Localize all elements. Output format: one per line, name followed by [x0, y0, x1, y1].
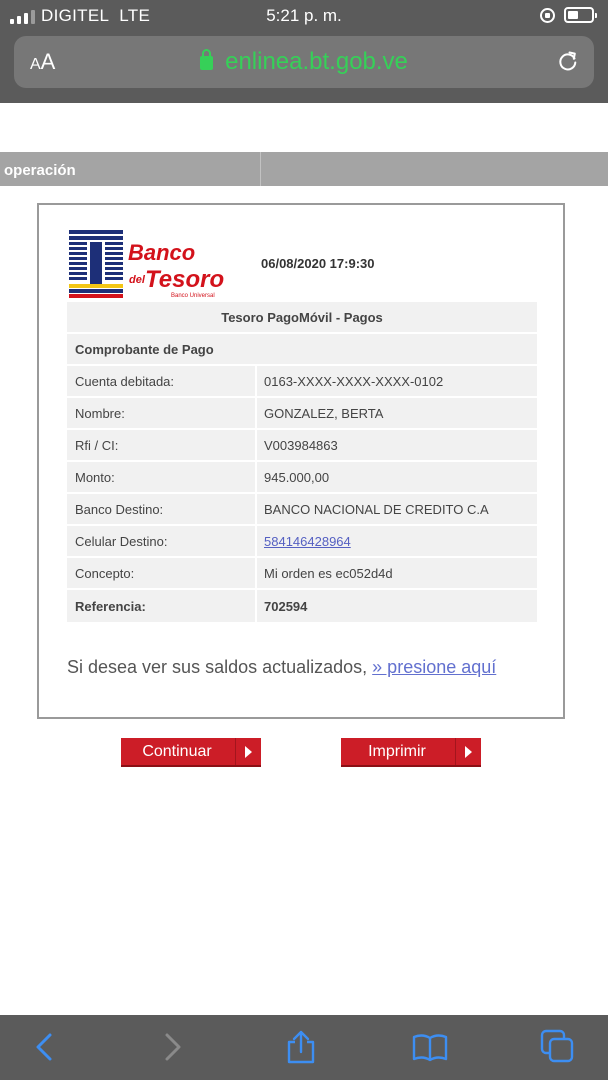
- transaction-datetime: 06/08/2020 17:9:30: [261, 256, 375, 271]
- section-title: operación: [4, 162, 76, 179]
- print-button[interactable]: Imprimir: [341, 738, 481, 767]
- share-icon[interactable]: [283, 1029, 319, 1065]
- table-row: Nombre: GONZALEZ, BERTA: [67, 398, 537, 430]
- svg-text:del: del: [129, 274, 146, 286]
- table-row: Rfi / CI: V003984863: [67, 430, 537, 462]
- forward-icon[interactable]: [154, 1029, 190, 1065]
- row-label: Banco Destino:: [67, 494, 255, 524]
- phone-link[interactable]: 584146428964: [264, 534, 351, 549]
- section-header: operación: [0, 152, 608, 186]
- svg-text:Tesoro: Tesoro: [145, 266, 224, 293]
- url-display[interactable]: enlinea.bt.gob.ve: [14, 48, 594, 76]
- row-label: Concepto:: [67, 558, 255, 588]
- orientation-lock-icon: [540, 8, 555, 23]
- table-row: Monto: 945.000,00: [67, 462, 537, 494]
- balance-notice: Si desea ver sus saldos actualizados, » …: [67, 657, 496, 678]
- logo-emblem-icon: [69, 230, 123, 298]
- row-value: 584146428964: [257, 526, 537, 556]
- row-label: Rfi / CI:: [67, 430, 255, 460]
- table-row: Comprobante de Pago: [67, 334, 537, 366]
- row-value: BANCO NACIONAL DE CREDITO C.A: [257, 494, 537, 524]
- table-row: Cuenta debitada: 0163-XXXX-XXXX-XXXX-010…: [67, 366, 537, 398]
- table-row: Banco Destino: BANCO NACIONAL DE CREDITO…: [67, 494, 537, 526]
- balance-link[interactable]: » presione aquí: [372, 657, 496, 677]
- browser-toolbar: [0, 1015, 608, 1080]
- battery-icon: [564, 7, 597, 23]
- voucher-title: Comprobante de Pago: [67, 334, 537, 364]
- print-button-label: Imprimir: [368, 743, 426, 760]
- row-value: 945.000,00: [257, 462, 537, 492]
- row-label: Referencia:: [67, 590, 255, 622]
- header-divider: [260, 152, 261, 186]
- arrow-right-icon: [455, 738, 481, 765]
- service-title: Tesoro PagoMóvil - Pagos: [67, 302, 537, 332]
- status-time: 5:21 p. m.: [266, 6, 342, 25]
- row-value: V003984863: [257, 430, 537, 460]
- address-bar[interactable]: AA enlinea.bt.gob.ve: [14, 36, 594, 88]
- tabs-icon[interactable]: [540, 1029, 576, 1065]
- table-row: Referencia: 702594: [67, 590, 537, 624]
- back-icon[interactable]: [27, 1029, 63, 1065]
- row-value: 702594: [257, 590, 537, 622]
- table-row: Concepto: Mi orden es ec052d4d: [67, 558, 537, 590]
- arrow-right-icon: [235, 738, 261, 765]
- row-label: Celular Destino:: [67, 526, 255, 556]
- receipt-panel: Banco del Tesoro Banco Universal 06/08/2…: [37, 203, 565, 719]
- row-value: GONZALEZ, BERTA: [257, 398, 537, 428]
- row-value: Mi orden es ec052d4d: [257, 558, 537, 588]
- status-bar: DIGITEL LTE 5:21 p. m.: [0, 0, 608, 32]
- padlock-icon: [200, 49, 214, 70]
- table-row: Celular Destino: 584146428964: [67, 526, 537, 558]
- reload-icon[interactable]: [557, 50, 579, 72]
- continue-button-label: Continuar: [142, 743, 212, 760]
- row-value: 0163-XXXX-XXXX-XXXX-0102: [257, 366, 537, 396]
- bookmarks-icon[interactable]: [412, 1029, 448, 1065]
- balance-notice-text: Si desea ver sus saldos actualizados,: [67, 657, 373, 677]
- logo-text: Banco: [128, 240, 195, 265]
- url-text: enlinea.bt.gob.ve: [225, 48, 408, 75]
- row-label: Monto:: [67, 462, 255, 492]
- receipt-table: Tesoro PagoMóvil - Pagos Comprobante de …: [67, 302, 537, 624]
- svg-text:Banco Universal: Banco Universal: [171, 293, 215, 299]
- row-label: Nombre:: [67, 398, 255, 428]
- browser-top-chrome: DIGITEL LTE 5:21 p. m. AA enlinea.bt.gob…: [0, 0, 608, 103]
- table-row: Tesoro PagoMóvil - Pagos: [67, 302, 537, 334]
- continue-button[interactable]: Continuar: [121, 738, 261, 767]
- banco-del-tesoro-logo: Banco del Tesoro Banco Universal: [69, 230, 224, 299]
- row-label: Cuenta debitada:: [67, 366, 255, 396]
